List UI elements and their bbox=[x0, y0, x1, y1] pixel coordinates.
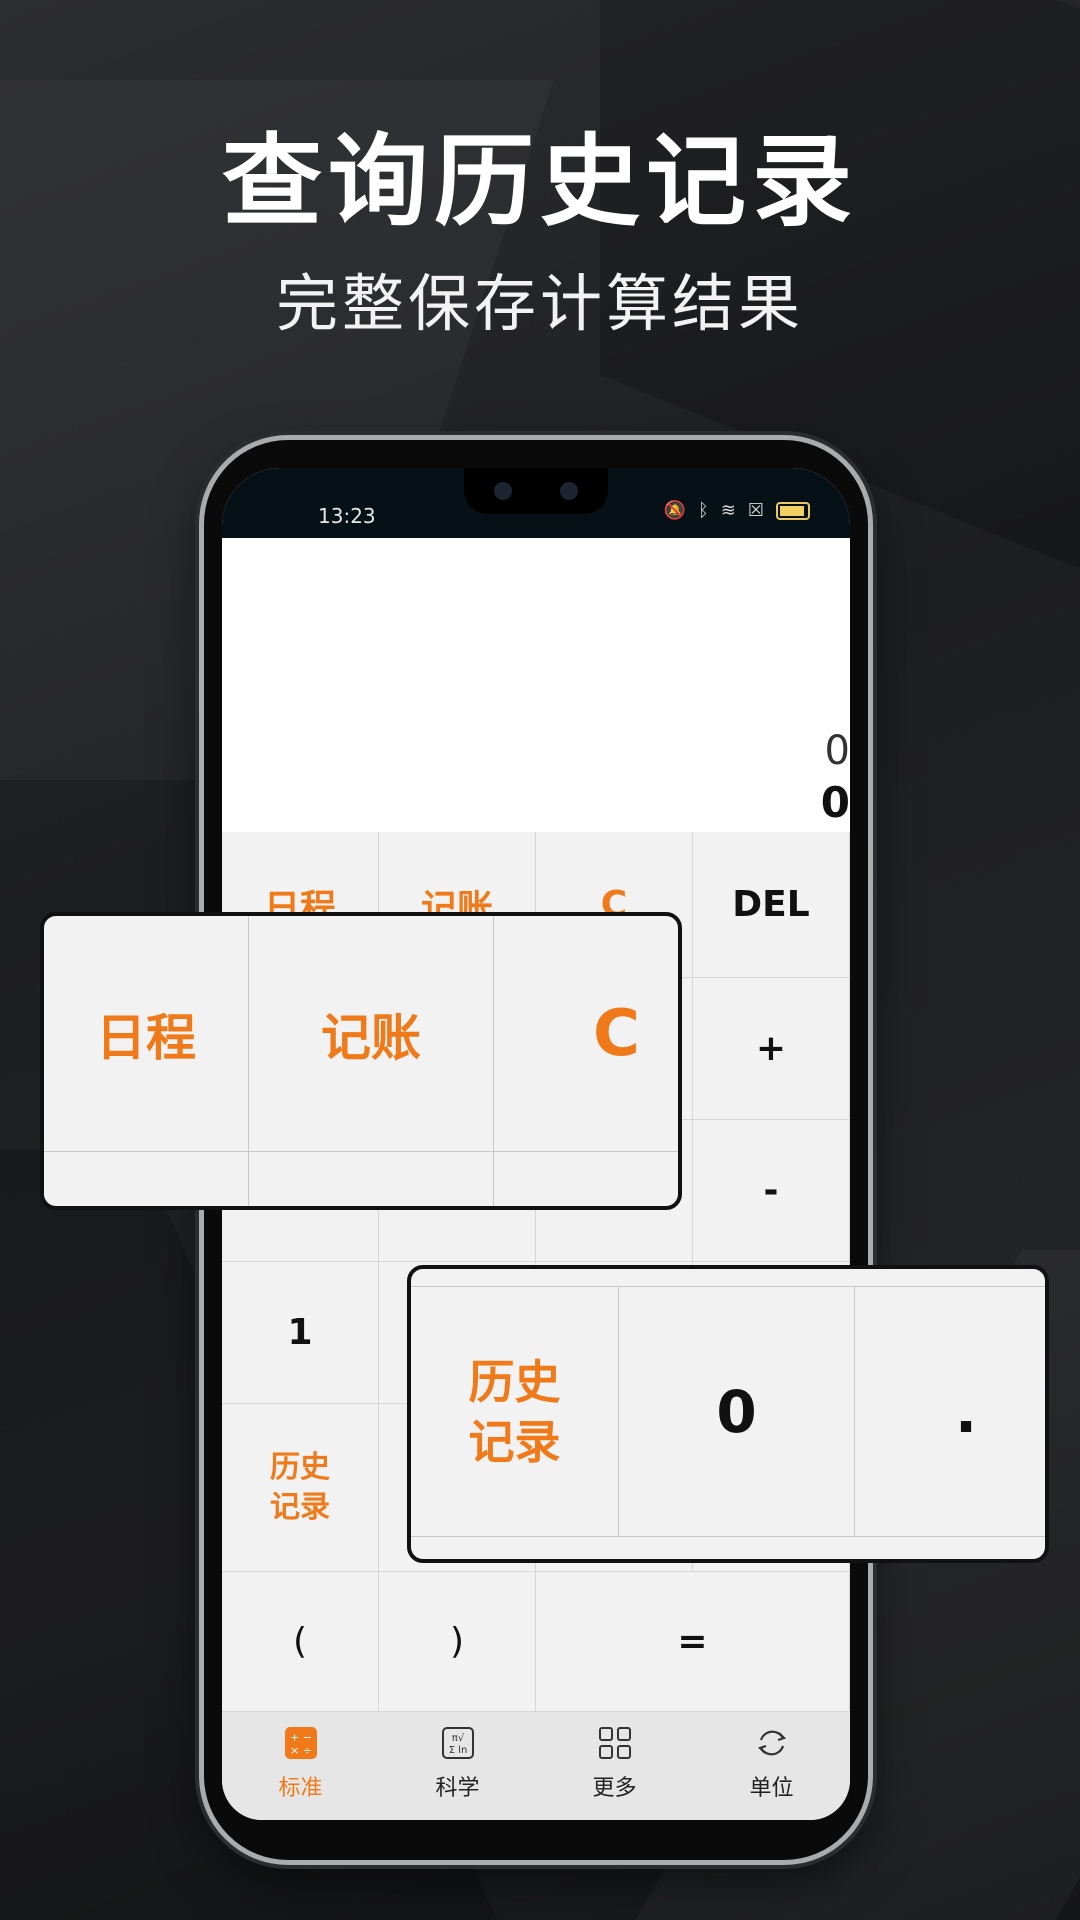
key-blank bbox=[411, 1269, 1045, 1287]
tab-more[interactable]: 更多 bbox=[536, 1712, 693, 1820]
key-blank bbox=[44, 1152, 249, 1206]
key-blank bbox=[249, 1152, 494, 1206]
svg-text:Σ ln: Σ ln bbox=[448, 1745, 467, 1756]
refresh-icon bbox=[757, 1730, 786, 1756]
battery-icon bbox=[776, 501, 810, 520]
promo-headline: 查询历史记录 bbox=[222, 123, 858, 240]
delete-key[interactable]: DEL bbox=[693, 832, 850, 978]
expression-text: 0 bbox=[824, 728, 850, 774]
camera-icon bbox=[560, 482, 578, 500]
history-key-zoom[interactable]: 历史 记录 bbox=[411, 1287, 619, 1537]
tab-label: 单位 bbox=[749, 1776, 794, 1801]
grid-icon bbox=[598, 1727, 631, 1759]
status-time: 13:23 bbox=[318, 504, 376, 528]
dot-key-zoom[interactable]: . bbox=[855, 1287, 1045, 1537]
status-bar: 13:23 🔕 ᛒ ≋ ☒ bbox=[222, 468, 850, 538]
equals-key[interactable]: = bbox=[536, 1572, 850, 1712]
svg-text:× ÷: × ÷ bbox=[290, 1744, 312, 1757]
tab-label: 标准 bbox=[278, 1776, 323, 1801]
clear-key-zoom[interactable]: C bbox=[494, 916, 678, 1152]
mute-icon: 🔕 bbox=[663, 500, 686, 521]
bluetooth-icon: ᛒ bbox=[697, 500, 709, 521]
minus-key[interactable]: - bbox=[693, 1120, 850, 1262]
bottom-tab-bar: + − × ÷ 标准 π√ Σ ln 科学 更多 单位 bbox=[222, 1712, 850, 1820]
tab-label: 更多 bbox=[592, 1776, 637, 1801]
promo-subline: 完整保存计算结果 bbox=[275, 267, 804, 340]
tab-standard[interactable]: + − × ÷ 标准 bbox=[222, 1712, 379, 1820]
zoom-callout-top: 日程 记账 C bbox=[40, 912, 682, 1210]
result-text: 0 bbox=[820, 778, 850, 827]
zoom-callout-bottom: 历史 记录 0 . bbox=[407, 1265, 1049, 1563]
calculator-display: 0 0 bbox=[222, 538, 850, 832]
scientific-icon: π√ Σ ln bbox=[441, 1727, 474, 1759]
tab-units[interactable]: 单位 bbox=[693, 1712, 850, 1820]
key-blank bbox=[494, 1152, 678, 1206]
plus-key[interactable]: + bbox=[693, 978, 850, 1120]
tab-scientific[interactable]: π√ Σ ln 科学 bbox=[379, 1712, 536, 1820]
wifi-icon: ≋ bbox=[720, 500, 736, 521]
camera-icon bbox=[494, 482, 512, 500]
calculator-icon: + − × ÷ bbox=[284, 1727, 317, 1759]
svg-text:+ −: + − bbox=[290, 1731, 312, 1744]
svg-text:π√: π√ bbox=[451, 1733, 464, 1744]
notch bbox=[464, 468, 608, 514]
schedule-key-zoom[interactable]: 日程 bbox=[44, 916, 249, 1152]
sim-icon: ☒ bbox=[747, 500, 764, 521]
paren-close-key[interactable]: ) bbox=[379, 1572, 536, 1712]
status-icons: 🔕 ᛒ ≋ ☒ bbox=[664, 500, 810, 521]
digit-0-key-zoom[interactable]: 0 bbox=[619, 1287, 855, 1537]
accounting-key-zoom[interactable]: 记账 bbox=[249, 916, 494, 1152]
tab-label: 科学 bbox=[435, 1776, 480, 1801]
paren-open-key[interactable]: ( bbox=[222, 1572, 379, 1712]
history-key[interactable]: 历史 记录 bbox=[222, 1404, 379, 1572]
digit-1-key[interactable]: 1 bbox=[222, 1262, 379, 1404]
